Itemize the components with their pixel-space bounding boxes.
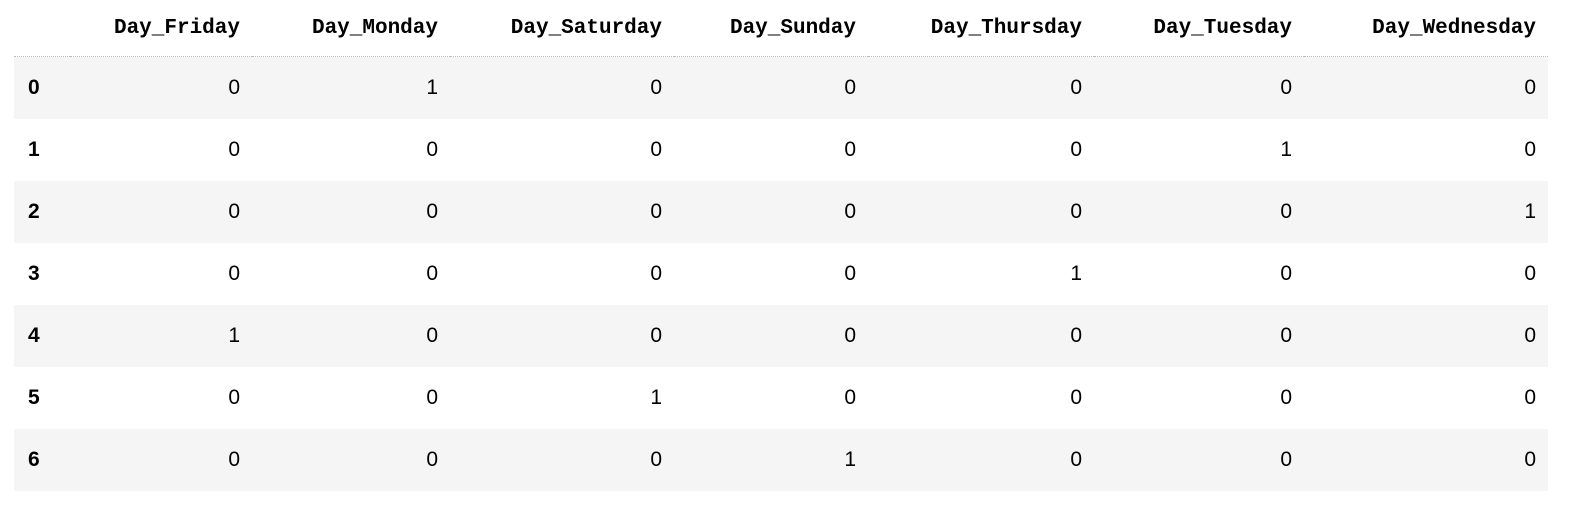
- table-cell: 0: [426, 262, 438, 285]
- table-cell: 0: [844, 324, 856, 347]
- table-cell: 0: [1280, 448, 1292, 471]
- table-cell: 0: [228, 386, 240, 409]
- table-cell: 0: [844, 200, 856, 223]
- table-cell: 0: [228, 448, 240, 471]
- row-index: 4: [28, 324, 40, 347]
- column-header: Day_Wednesday: [1304, 0, 1548, 57]
- row-index: 1: [28, 138, 40, 161]
- table-cell: 0: [426, 324, 438, 347]
- table-cell: 0: [1280, 386, 1292, 409]
- column-header: Day_Saturday: [450, 0, 674, 57]
- table-cell: 0: [1070, 76, 1082, 99]
- table-cell: 0: [1070, 386, 1082, 409]
- table-cell: 0: [844, 386, 856, 409]
- table-cell: 0: [650, 262, 662, 285]
- table-cell: 0: [1524, 138, 1536, 161]
- table-cell: 1: [228, 324, 240, 347]
- column-header: Day_Thursday: [868, 0, 1094, 57]
- header-row: Day_Friday Day_Monday Day_Saturday Day_Sund…: [14, 0, 1548, 57]
- table-cell: 0: [426, 138, 438, 161]
- table-cell: 0: [228, 138, 240, 161]
- row-index: 0: [28, 76, 40, 99]
- table-cell: 0: [1280, 200, 1292, 223]
- table-row: 3 0 0 0 0 1 0 0: [14, 243, 1548, 305]
- table-cell: 0: [1280, 262, 1292, 285]
- table-cell: 0: [1524, 76, 1536, 99]
- table-cell: 0: [1070, 138, 1082, 161]
- table-row: 5 0 0 1 0 0 0 0: [14, 367, 1548, 429]
- table-row: 4 1 0 0 0 0 0 0: [14, 305, 1548, 367]
- table-cell: 0: [1070, 448, 1082, 471]
- table-cell: 0: [1070, 324, 1082, 347]
- table-cell: 0: [1524, 262, 1536, 285]
- table-cell: 0: [650, 76, 662, 99]
- table-cell: 1: [650, 386, 662, 409]
- table-cell: 0: [844, 76, 856, 99]
- table-cell: 0: [1524, 448, 1536, 471]
- table-cell: 0: [426, 448, 438, 471]
- column-header: Day_Tuesday: [1094, 0, 1304, 57]
- column-header: Day_Friday: [70, 0, 252, 57]
- table-cell: 0: [650, 324, 662, 347]
- row-index: 3: [28, 262, 40, 285]
- table-cell: 0: [228, 262, 240, 285]
- table-cell: 0: [844, 138, 856, 161]
- table-cell: 0: [426, 200, 438, 223]
- table-cell: 0: [1524, 386, 1536, 409]
- row-index: 6: [28, 448, 40, 471]
- table-cell: 0: [1524, 324, 1536, 347]
- row-index: 5: [28, 386, 40, 409]
- table-row: 0 0 1 0 0 0 0 0: [14, 56, 1548, 119]
- column-header: Day_Monday: [252, 0, 450, 57]
- table-cell: 0: [228, 200, 240, 223]
- table-cell: 0: [844, 262, 856, 285]
- table-cell: 1: [1524, 200, 1536, 223]
- table-cell: 0: [1280, 76, 1292, 99]
- dataframe-table: Day_Friday Day_Monday Day_Saturday Day_Sund…: [14, 0, 1548, 491]
- table-cell: 1: [426, 76, 438, 99]
- table-row: 6 0 0 0 1 0 0 0: [14, 429, 1548, 491]
- index-header: [14, 0, 70, 57]
- table-cell: 0: [650, 200, 662, 223]
- table-cell: 0: [650, 448, 662, 471]
- table-cell: 0: [228, 76, 240, 99]
- table-cell: 0: [650, 138, 662, 161]
- table-cell: 1: [1070, 262, 1082, 285]
- table-row: 2 0 0 0 0 0 0 1: [14, 181, 1548, 243]
- row-index: 2: [28, 200, 40, 223]
- table-cell: 0: [426, 386, 438, 409]
- column-header: Day_Sunday: [674, 0, 868, 57]
- table-cell: 0: [1280, 324, 1292, 347]
- table-cell: 1: [1280, 138, 1292, 161]
- table-cell: 0: [1070, 200, 1082, 223]
- table-cell: 1: [844, 448, 856, 471]
- table-row: 1 0 0 0 0 0 1 0: [14, 119, 1548, 181]
